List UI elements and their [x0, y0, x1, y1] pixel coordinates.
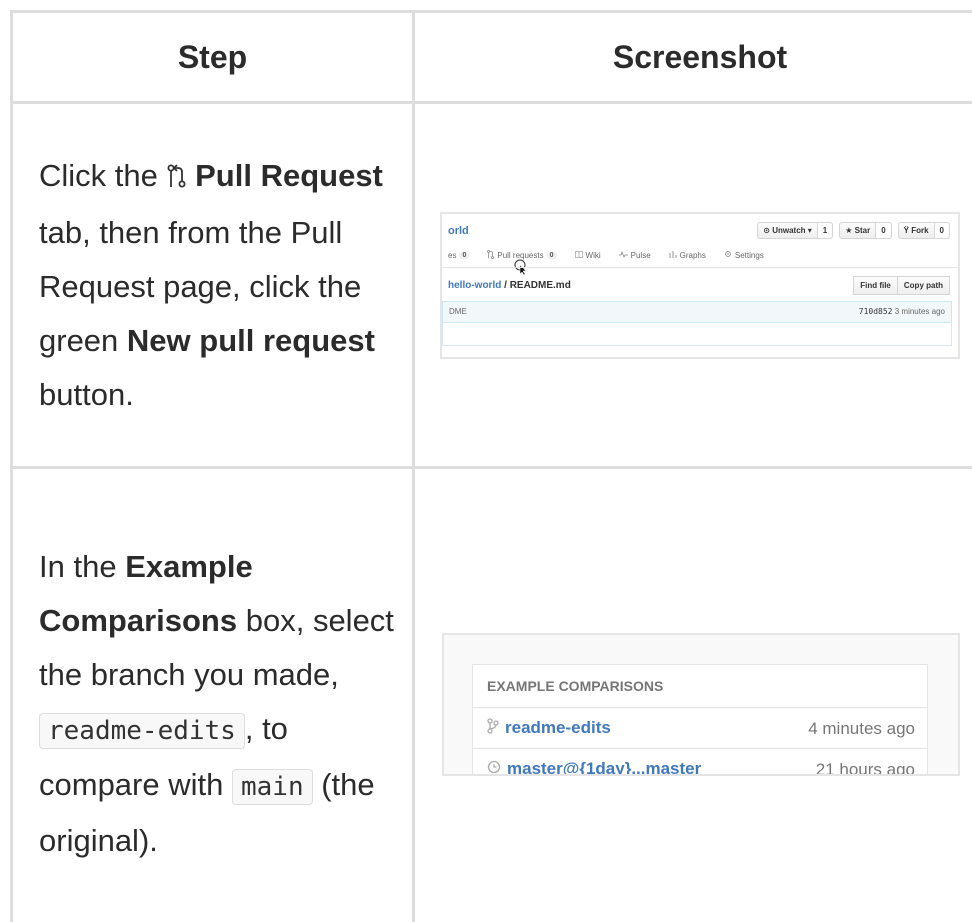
steps-table: Step Screenshot Click the Pull Request t…: [10, 10, 972, 922]
step-strong-text: New pull request: [126, 322, 375, 358]
fork-label: Ÿ Fork: [903, 225, 929, 235]
comparison-time: 4 minutes ago: [808, 718, 915, 738]
tab-count: 0: [459, 251, 470, 259]
watch-count: 1: [816, 222, 833, 238]
example-comparisons-panel: EXAMPLE COMPARISONS readme-edits 4 minut…: [472, 663, 928, 776]
tab-settings[interactable]: Settings: [724, 250, 764, 260]
base-branch-code: main: [231, 769, 313, 805]
step-text: Click the: [39, 157, 158, 193]
tab-label: es: [448, 250, 457, 260]
step-strong-text: Pull Request: [195, 157, 383, 193]
pulse-icon: [618, 250, 628, 260]
git-pull-request-icon: [167, 152, 187, 206]
repo-tabs: es 0 Pull requests 0 Wiki Pulse Graphs S…: [448, 249, 764, 261]
commit-info: 710d852 3 minutes ago: [859, 307, 945, 316]
commit-message: DME: [449, 306, 467, 316]
comparison-name: master@{1day}...master: [507, 758, 702, 776]
repo-header-screenshot: orld ⊙ Unwatch ▾ 1 ★ Star 0 Ÿ Fork 0 es …: [440, 211, 960, 359]
page: Step Screenshot Click the Pull Request t…: [0, 0, 972, 922]
fork-button[interactable]: Ÿ Fork 0: [897, 221, 950, 239]
git-branch-icon: [487, 717, 499, 739]
history-icon: [487, 759, 501, 774]
comparison-time: 21 hours ago: [815, 759, 915, 776]
step-cell: In the Example Comparisons box, select t…: [10, 466, 415, 922]
star-count: 0: [875, 222, 891, 238]
table-row: Click the Pull Request tab, then from th…: [10, 101, 972, 469]
star-label: ★ Star: [845, 225, 871, 235]
breadcrumb-repo-link[interactable]: hello-world: [448, 280, 501, 291]
table-header-row: Step Screenshot: [10, 10, 972, 104]
divider: [442, 266, 958, 268]
commit-sha[interactable]: 710d852: [859, 307, 893, 316]
commit-bar: DME 710d852 3 minutes ago: [442, 300, 952, 323]
repo-title: orld: [448, 224, 469, 237]
step-cell: Click the Pull Request tab, then from th…: [10, 101, 415, 469]
tab-label: Wiki: [585, 250, 601, 260]
table-row: In the Example Comparisons box, select t…: [10, 466, 972, 922]
tab-issues[interactable]: es 0: [448, 250, 470, 260]
step-text: In the: [39, 549, 117, 584]
screenshot-column-header: Screenshot: [412, 10, 972, 104]
copy-path-button[interactable]: Copy path: [897, 275, 950, 295]
branch-code: readme-edits: [39, 713, 245, 749]
breadcrumb-separator: /: [501, 279, 510, 291]
mouse-pointer-icon: [514, 259, 528, 277]
tab-wiki[interactable]: Wiki: [574, 250, 601, 260]
fork-count: 0: [933, 222, 949, 238]
unwatch-label: ⊙ Unwatch ▾: [763, 225, 812, 235]
breadcrumb: hello-world / README.md: [448, 280, 571, 291]
unwatch-button[interactable]: ⊙ Unwatch ▾ 1: [757, 221, 834, 239]
example-comparisons-screenshot: EXAMPLE COMPARISONS readme-edits 4 minut…: [442, 632, 960, 776]
breadcrumb-file: README.md: [509, 279, 571, 291]
find-file-button[interactable]: Find file: [853, 275, 898, 295]
book-icon: [574, 250, 583, 260]
screenshot-cell: EXAMPLE COMPARISONS readme-edits 4 minut…: [412, 466, 972, 922]
panel-header: EXAMPLE COMPARISONS: [473, 665, 927, 708]
star-button[interactable]: ★ Star 0: [839, 221, 892, 239]
comparison-link[interactable]: master@{1day}...master: [487, 758, 702, 776]
step-column-header: Step: [10, 10, 415, 104]
tab-label: Settings: [734, 250, 764, 260]
comparison-link[interactable]: readme-edits: [487, 717, 611, 739]
screenshot-cell: orld ⊙ Unwatch ▾ 1 ★ Star 0 Ÿ Fork 0 es …: [412, 101, 972, 469]
list-item[interactable]: master@{1day}...master 21 hours ago: [473, 749, 927, 776]
tab-pulse[interactable]: Pulse: [618, 250, 651, 260]
tab-label: Graphs: [679, 250, 706, 260]
tab-graphs[interactable]: Graphs: [669, 250, 706, 260]
repo-action-buttons: ⊙ Unwatch ▾ 1 ★ Star 0 Ÿ Fork 0: [757, 221, 950, 239]
comparison-name: readme-edits: [505, 718, 611, 737]
file-buttons: Find file Copy path: [853, 275, 950, 295]
git-pull-request-icon: [487, 249, 495, 261]
file-content-box: [442, 321, 952, 346]
tab-label: Pulse: [630, 250, 651, 260]
graph-icon: [669, 250, 677, 260]
gear-icon: [724, 250, 732, 260]
step-text: button.: [39, 376, 134, 412]
list-item[interactable]: readme-edits 4 minutes ago: [473, 708, 927, 749]
tab-count: 0: [546, 251, 557, 259]
commit-time: 3 minutes ago: [894, 306, 945, 316]
